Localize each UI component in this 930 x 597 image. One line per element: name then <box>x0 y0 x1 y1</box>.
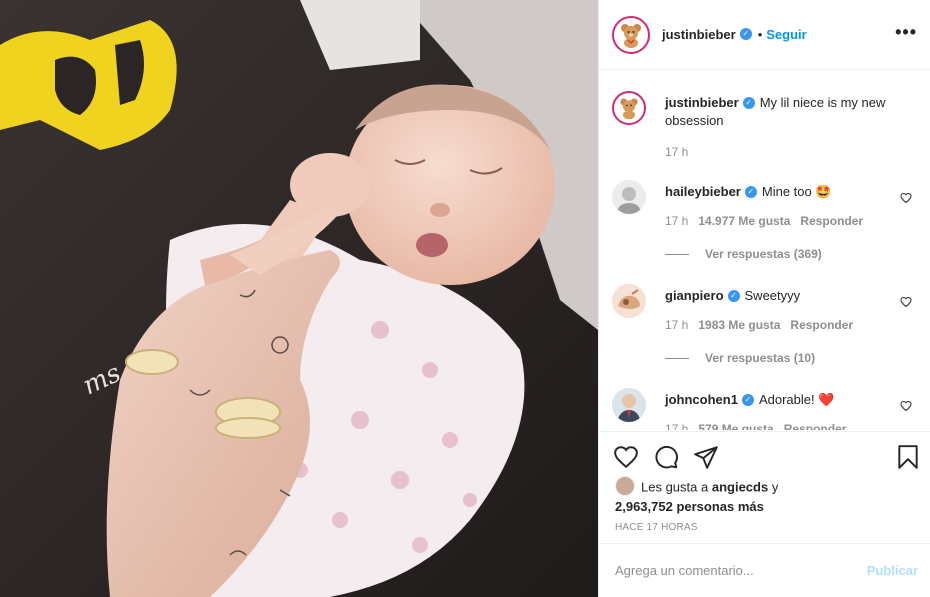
comment-meta: 17 h 579 Me gusta Responder <box>665 422 846 430</box>
replies-divider <box>665 254 689 256</box>
comment-time[interactable]: 17 h <box>665 318 688 332</box>
reply-button[interactable]: Responder <box>800 214 863 228</box>
post-timestamp[interactable]: HACE 17 HORAS <box>615 522 698 533</box>
view-replies-label[interactable]: Ver respuestas (369) <box>705 247 822 261</box>
like-comment-heart-icon[interactable] <box>900 192 912 204</box>
view-replies-label[interactable]: Ver respuestas (10) <box>705 351 815 365</box>
liker-avatar[interactable] <box>615 476 635 496</box>
post-actions: Les gusta a angiecds y 2,963,752 persona… <box>599 431 930 543</box>
comment-item: johncohen1 ✓ Adorable! ❤️ 17 h 579 Me gusta… <box>612 388 917 430</box>
comment-meta: 17 h 14.977 Me gusta Responder <box>665 214 863 228</box>
likes-summary[interactable]: Les gusta a angiecds y 2,963,752 persona… <box>615 476 915 516</box>
likes-prefix: Les gusta a <box>641 479 709 495</box>
baby-photo-image: ms <box>0 0 598 597</box>
post-details-panel: justinbieber ✓ • Seguir ••• justinbieber… <box>598 0 930 597</box>
share-send-icon[interactable] <box>693 444 719 470</box>
reply-button[interactable]: Responder <box>790 318 853 332</box>
comment-text: Mine too 🤩 <box>761 184 832 199</box>
caption-author-avatar[interactable] <box>612 91 646 125</box>
comment-likes[interactable]: 14.977 Me gusta <box>698 214 790 228</box>
comment-username[interactable]: haileybieber <box>665 184 741 199</box>
like-comment-heart-icon[interactable] <box>900 296 912 308</box>
follow-button[interactable]: Seguir <box>766 27 806 42</box>
likes-others-count[interactable]: 2,963,752 personas más <box>615 499 764 514</box>
caption: justinbieber ✓ My lil niece is my new obse… <box>612 91 917 161</box>
separator-dot: • <box>757 27 763 42</box>
replies-divider <box>665 358 689 360</box>
verified-badge-icon: ✓ <box>741 393 754 406</box>
comment-item: gianpiero ✓ Sweetyyy 17 h 1983 Me gusta Resp… <box>612 284 917 384</box>
verified-badge-icon: ✓ <box>727 289 740 302</box>
verified-badge-icon: ✓ <box>739 27 752 40</box>
view-replies-button[interactable]: Ver respuestas (369) <box>665 247 822 261</box>
comment-text: Sweetyyy <box>744 288 801 303</box>
comment-likes[interactable]: 579 Me gusta <box>698 422 773 430</box>
comment-text-block: haileybieber ✓ Mine too 🤩 <box>665 183 905 201</box>
comment-time[interactable]: 17 h <box>665 214 688 228</box>
comment-item: haileybieber ✓ Mine too 🤩 17 h 14.977 Me gu… <box>612 180 917 280</box>
commenter-avatar[interactable] <box>612 388 646 422</box>
caption-time[interactable]: 17 h <box>665 145 688 159</box>
publish-button[interactable]: Publicar <box>867 563 918 578</box>
liker-username[interactable]: angiecds <box>712 479 768 494</box>
view-replies-button[interactable]: Ver respuestas (10) <box>665 351 815 365</box>
commenter-avatar[interactable] <box>612 180 646 214</box>
teddy-bear-icon <box>616 95 642 121</box>
comment-likes[interactable]: 1983 Me gusta <box>698 318 780 332</box>
reply-button[interactable]: Responder <box>784 422 847 430</box>
likes-conj: y <box>771 479 779 495</box>
caption-meta: 17 h <box>665 145 688 159</box>
more-options-icon[interactable]: ••• <box>895 22 917 43</box>
bookmark-save-icon[interactable] <box>895 444 921 470</box>
post-header: justinbieber ✓ • Seguir ••• <box>599 0 930 70</box>
comment-username[interactable]: gianpiero <box>665 288 724 303</box>
comment-text: Adorable! ❤️ <box>758 392 835 407</box>
like-comment-heart-icon[interactable] <box>900 400 912 412</box>
like-heart-icon[interactable] <box>613 444 639 470</box>
caption-text-block: justinbieber ✓ My lil niece is my new obse… <box>665 94 905 130</box>
caption-username[interactable]: justinbieber <box>665 95 739 110</box>
profile-photo-icon <box>612 388 646 422</box>
comment-meta: 17 h 1983 Me gusta Responder <box>665 318 853 332</box>
add-comment-bar: Publicar <box>599 543 930 597</box>
author-username[interactable]: justinbieber <box>662 27 736 42</box>
emoji-avatar-icon <box>612 284 646 318</box>
verified-badge-icon: ✓ <box>742 96 755 109</box>
comment-time[interactable]: 17 h <box>665 422 688 430</box>
author-avatar[interactable] <box>612 15 650 54</box>
comments-list[interactable]: justinbieber ✓ My lil niece is my new obse… <box>599 71 930 430</box>
profile-photo-icon <box>612 180 646 214</box>
commenter-avatar[interactable] <box>612 284 646 318</box>
comment-input[interactable] <box>615 563 867 578</box>
comment-bubble-icon[interactable] <box>653 444 679 470</box>
comment-username[interactable]: johncohen1 <box>665 392 738 407</box>
comment-text-block: gianpiero ✓ Sweetyyy <box>665 287 905 305</box>
comment-text-block: johncohen1 ✓ Adorable! ❤️ <box>665 391 905 409</box>
teddy-bear-icon <box>616 19 646 50</box>
verified-badge-icon: ✓ <box>744 185 757 198</box>
post-photo[interactable]: ms <box>0 0 598 597</box>
